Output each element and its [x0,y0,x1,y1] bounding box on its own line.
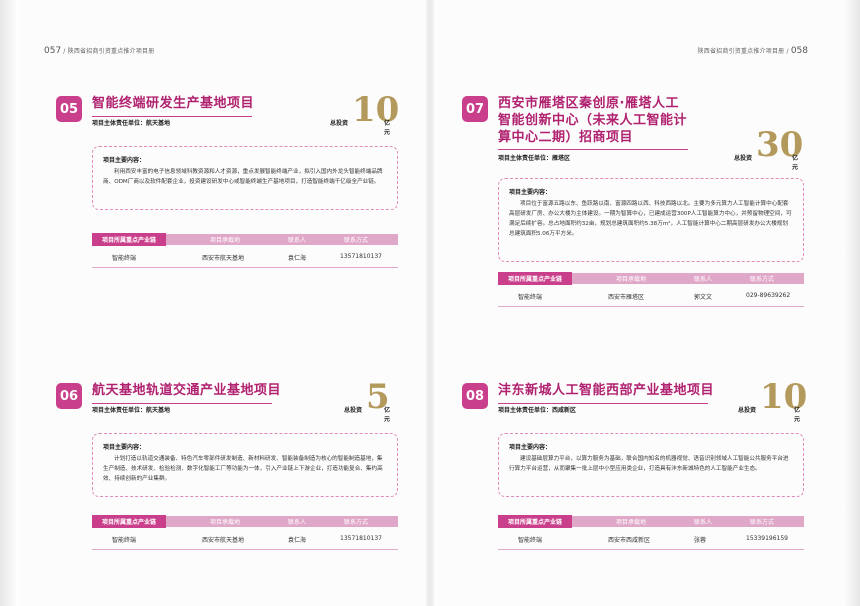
project-content-box: 项目主要内容： 项目位于富源五路以东、鱼跃路以南、富源四路以西、科技西路以北。主… [498,178,804,262]
contact-cell: 袁仁海 [288,255,307,262]
contact-cell: 郭文文 [694,294,713,301]
page-gutter [426,0,434,606]
content-heading: 项目主要内容： [509,444,552,451]
investment-label: 总投资 [344,407,363,414]
project-number-badge: 05 [56,96,82,122]
title-line-3: 算中心二期）招商项目 [498,130,634,145]
project-title: 智能终端研发生产基地项目 [92,96,255,111]
phone-cell: 15339196159 [746,535,788,542]
info-table: 项目所属重点产业链 项目承载地 联系人 联系方式 智能终端 西安市西咸新区 张蓉… [498,515,804,550]
unit-value: 航天基地 [146,407,171,414]
table-header: 项目所属重点产业链 项目承载地 联系人 联系方式 [92,515,398,528]
col-contact-header: 联系人 [694,519,713,526]
table-row: 智能终端 西安市航天基地 袁仁海 13571810137 [92,245,398,268]
investment-unit: 亿元 [384,407,391,423]
project-number-badge: 07 [462,96,488,122]
content-text: 利用西安丰富的电子信息领域科教资源和人才资源，重点发展智能终端产业，拟引入国内外… [103,169,383,185]
contact-cell: 袁仁海 [288,537,307,544]
investment-unit: 亿元 [384,120,391,136]
content-text: 建设基础层算力平台，以算力服务为基础，联合国内知名的机器视觉、语音识别领域人工智… [509,456,789,472]
table-row: 智能终端 西安市航天基地 袁仁海 13571810137 [92,527,398,550]
table-row: 智能终端 西安市雁塔区 郭文文 029-89639262 [498,284,804,307]
project-content-box: 项目主要内容： 计划打造以轨道交通装备、特色汽车零部件研发制造、新材料研发、智能… [92,433,398,497]
investment-value: 10 [760,377,808,417]
table-header: 项目所属重点产业链 项目承载地 联系人 联系方式 [498,272,804,285]
right-running-header: 陕西省招商引资重点推介项目册 / 058 [698,46,808,56]
col-carrier-header: 项目承载地 [616,276,647,283]
project-title: 沣东新城人工智能西部产业基地项目 [498,383,715,398]
unit-label: 项目主体责任单位： [92,407,147,414]
chain-cell: 智能终端 [112,537,137,544]
col-phone-header: 联系方式 [750,519,775,526]
info-table: 项目所属重点产业链 项目承载地 联系人 联系方式 智能终端 西安市航天基地 袁仁… [92,233,398,268]
project-content-box: 项目主要内容： 建设基础层算力平台，以算力服务为基础，联合国内知名的机器视觉、语… [498,433,804,497]
left-header-title: 陕西省招商引资重点推介项目册 [67,48,155,55]
info-table: 项目所属重点产业链 项目承载地 联系人 联系方式 智能终端 西安市雁塔区 郭文文… [498,272,804,307]
phone-cell: 029-89639262 [746,292,791,299]
left-running-header: 057 / 陕西省招商引资重点推介项目册 [44,46,154,56]
content-text: 项目位于富源五路以东、鱼跃路以南、富源四路以西、科技西路以北。主要为多元算力人工… [509,201,792,237]
project-number-badge: 06 [56,383,82,409]
table-header: 项目所属重点产业链 项目承载地 联系人 联系方式 [92,233,398,246]
content-text: 计划打造以轨道交通装备、特色汽车零部件研发制造、新材料研发、智能装备制造为核心的… [103,456,383,482]
investment-label: 总投资 [738,407,757,414]
responsible-unit: 项目主体责任单位：雁塔区 [498,153,570,162]
carrier-cell: 西安市西咸新区 [608,537,651,544]
content-heading: 项目主要内容： [103,444,146,451]
contact-cell: 张蓉 [694,537,707,544]
phone-cell: 13571810137 [340,535,382,542]
chain-cell: 智能终端 [518,294,543,301]
title-underline [498,149,688,150]
left-edge-shadow [0,0,18,606]
col-phone-header: 联系方式 [750,276,775,283]
responsible-unit: 项目主体责任单位：航天基地 [92,405,170,414]
brochure-spread: 057 / 陕西省招商引资重点推介项目册 陕西省招商引资重点推介项目册 / 05… [0,0,860,606]
left-page-number: 057 [44,46,62,56]
title-underline [92,116,252,117]
project-content-box: 项目主要内容： 利用西安丰富的电子信息领域科教资源和人才资源，重点发展智能终端产… [92,146,398,210]
carrier-cell: 西安市雁塔区 [608,294,645,301]
unit-value: 航天基地 [146,120,171,127]
chain-cell: 智能终端 [518,537,543,544]
project-number-badge: 08 [462,383,488,409]
col-contact-header: 联系人 [288,519,307,526]
investment-unit: 亿元 [792,155,799,171]
right-edge-shadow [842,0,860,606]
col-phone-header: 联系方式 [344,237,369,244]
responsible-unit: 项目主体责任单位：西咸新区 [498,405,576,414]
content-heading: 项目主要内容： [103,157,146,164]
investment-unit: 亿元 [794,407,801,423]
title-line-1: 西安市雁塔区秦创原·雁塔人工 [498,96,679,111]
unit-label: 项目主体责任单位： [92,120,147,127]
col-contact-header: 联系人 [288,237,307,244]
col-carrier-header: 项目承载地 [616,519,647,526]
col-phone-header: 联系方式 [344,519,369,526]
unit-label: 项目主体责任单位： [498,407,553,414]
col-carrier-header: 项目承载地 [210,519,241,526]
table-row: 智能终端 西安市西咸新区 张蓉 15339196159 [498,527,804,550]
unit-label: 项目主体责任单位： [498,155,553,162]
project-title: 航天基地轨道交通产业基地项目 [92,383,282,398]
right-page-number: 058 [790,46,808,56]
chain-cell: 智能终端 [112,255,137,262]
table-header: 项目所属重点产业链 项目承载地 联系人 联系方式 [498,515,804,528]
project-title: 西安市雁塔区秦创原·雁塔人工 智能创新中心（未来人工智能计 算中心二期）招商项目 [498,95,708,146]
unit-value: 西咸新区 [552,407,577,414]
title-underline [498,403,708,404]
info-table: 项目所属重点产业链 项目承载地 联系人 联系方式 智能终端 西安市航天基地 袁仁… [92,515,398,550]
content-heading: 项目主要内容： [509,189,552,196]
right-header-title: 陕西省招商引资重点推介项目册 [697,48,785,55]
investment-label: 总投资 [330,120,349,127]
unit-value: 雁塔区 [552,155,571,162]
carrier-cell: 西安市航天基地 [202,255,245,262]
carrier-cell: 西安市航天基地 [202,537,245,544]
investment-label: 总投资 [734,155,753,162]
title-underline [92,403,272,404]
responsible-unit: 项目主体责任单位：航天基地 [92,118,170,127]
col-contact-header: 联系人 [694,276,713,283]
investment-value: 10 [352,90,400,130]
col-carrier-header: 项目承载地 [210,237,241,244]
phone-cell: 13571810137 [340,253,382,260]
title-line-2: 智能创新中心（未来人工智能计 [498,113,688,128]
